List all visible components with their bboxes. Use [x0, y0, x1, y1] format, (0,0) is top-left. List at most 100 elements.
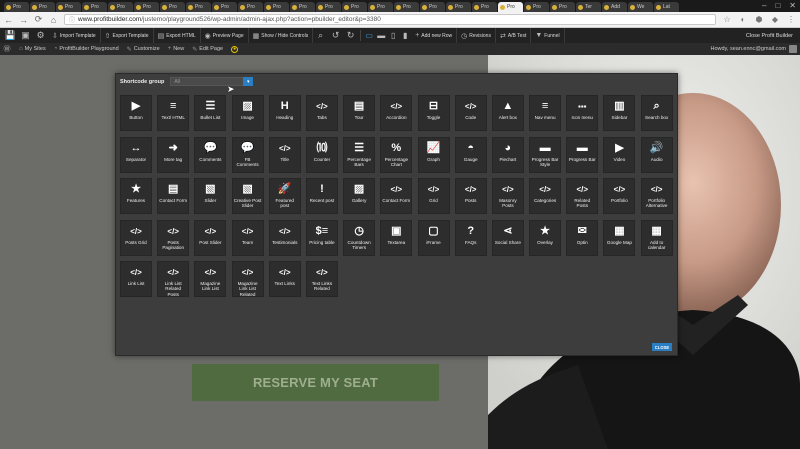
browser-tab[interactable]: Pro	[446, 2, 471, 12]
chevron-down-icon[interactable]: ▾	[243, 77, 254, 86]
shortcode-tile[interactable]: % Percentage Chart	[380, 136, 413, 173]
browser-tab[interactable]: Pro	[82, 2, 107, 12]
plugin-badge-icon[interactable]: ●	[231, 45, 239, 53]
show-hide-controls-button[interactable]: ▦ Show / Hide Controls	[249, 28, 314, 43]
redo-icon[interactable]: ↻	[343, 30, 358, 41]
browser-tab[interactable]: Pro	[108, 2, 133, 12]
account-menu[interactable]: Howdy, sean.ennc@gmail.com	[711, 45, 797, 53]
shortcode-tile[interactable]: ▶ Video	[603, 136, 636, 173]
extension-icon[interactable]: ⬢	[754, 15, 764, 24]
browser-tab[interactable]: We	[628, 2, 653, 12]
undo-icon[interactable]: ↺	[328, 30, 343, 41]
shortcode-tile[interactable]: ✉ Optin	[566, 219, 599, 256]
browser-tab[interactable]: Pro	[290, 2, 315, 12]
shortcode-tile[interactable]: ▬ Progress Bar	[566, 136, 599, 173]
close-window-icon[interactable]: ✕	[789, 1, 796, 10]
browser-tab[interactable]: Pro	[4, 2, 29, 12]
shortcode-tile[interactable]: ▪▪▪ Icon menu	[566, 95, 599, 131]
home-icon[interactable]: ⌂	[49, 15, 58, 25]
shortcode-tile[interactable]: ◓ Gauge	[454, 136, 487, 173]
shortcode-tile[interactable]: ▨ Image	[231, 95, 264, 131]
shortcode-tile[interactable]: </> Magazine Link List Related	[231, 261, 264, 297]
shortcode-tile[interactable]: ↔ Separator	[120, 136, 152, 173]
browser-tab[interactable]: Pro	[238, 2, 263, 12]
shortcode-tile[interactable]: 💬 Comments	[194, 136, 227, 173]
forward-icon[interactable]: →	[19, 15, 28, 25]
shortcode-tile[interactable]: </> Tabs	[305, 95, 338, 131]
shortcode-tile[interactable]: ☰ Bullet List	[194, 95, 227, 131]
shortcode-tile[interactable]: </> Title	[268, 136, 301, 173]
browser-tab[interactable]: Pro	[30, 2, 55, 12]
shortcode-tile[interactable]: ➜ More tag	[157, 136, 190, 173]
preview-page-button[interactable]: ◉ Preview Page	[201, 28, 249, 43]
new-link[interactable]: + New	[168, 46, 185, 52]
shortcode-tile[interactable]: ▦ Google Map	[603, 219, 636, 256]
bookmark-star-icon[interactable]: ☆	[722, 15, 732, 24]
customize-link[interactable]: ✎ Customize	[127, 46, 160, 53]
browser-tab[interactable]: Pro	[368, 2, 393, 12]
shortcode-tile[interactable]: </> Related Posts	[566, 178, 599, 214]
shortcode-tile[interactable]: ? FAQs	[454, 219, 487, 256]
funnel-button[interactable]: ▼ Funnel	[531, 28, 565, 43]
site-name-link[interactable]: ◔ ProfitBuilder Playground	[54, 46, 119, 52]
shortcode-tile[interactable]: ▶ Button	[120, 95, 152, 131]
shortcode-tile[interactable]: ▥ Sidebar	[603, 95, 636, 131]
import-template-button[interactable]: ⇩ Import Template	[48, 28, 101, 43]
shortcode-tile[interactable]: ! Recent post	[305, 178, 338, 214]
shortcode-tile[interactable]: ★ Features	[120, 178, 152, 214]
revisions-button[interactable]: ◷ Revisions	[457, 28, 496, 43]
shortcode-tile[interactable]: </> Accordion	[380, 95, 413, 131]
shortcode-tile[interactable]: ▤ Contact Form	[157, 178, 190, 214]
browser-tab[interactable]: Pro	[134, 2, 159, 12]
browser-tab[interactable]: Pro	[550, 2, 575, 12]
shortcode-tile[interactable]: </> Masonry Posts	[491, 178, 524, 214]
shortcode-tile[interactable]: ▤ Tour	[343, 95, 376, 131]
shortcode-tile[interactable]: ▢ iFrame	[417, 219, 450, 256]
reserve-seat-button[interactable]: RESERVE MY SEAT	[192, 364, 439, 401]
tablet-view-icon[interactable]: ▯	[387, 31, 399, 40]
shortcode-tile[interactable]: 🔊 Audio	[640, 136, 673, 173]
my-sites-link[interactable]: ⌂ My Sites	[19, 46, 46, 52]
shortcode-tile[interactable]: ▲ Alert box	[491, 95, 524, 131]
minimize-icon[interactable]: –	[762, 1, 766, 10]
shortcode-tile[interactable]: 💬 FB Comments	[231, 136, 264, 173]
shortcode-tile[interactable]: ▨ Gallery	[343, 178, 376, 214]
wordpress-icon[interactable]: Ⓦ	[3, 44, 11, 54]
desktop-view-icon[interactable]: ▭	[363, 31, 375, 40]
browser-tab[interactable]: Ter	[576, 2, 601, 12]
close-button[interactable]: CLOSE	[652, 343, 672, 351]
ab-test-button[interactable]: ⇄ A/B Test	[496, 28, 532, 43]
shortcode-tile[interactable]: </> Categories	[529, 178, 562, 214]
shortcode-tile[interactable]: ≡ Nav menu	[529, 95, 562, 131]
save-icon[interactable]: 💾	[3, 30, 18, 41]
shortcode-tile[interactable]: ◷ Countdown Timers	[343, 219, 376, 256]
settings-icon[interactable]: ⚙	[33, 30, 48, 41]
shortcode-tile[interactable]: </> Portfolio	[603, 178, 636, 214]
shortcode-tile[interactable]: </> Posts Grid	[120, 219, 152, 256]
export-template-button[interactable]: ⇧ Export Template	[101, 28, 154, 43]
shortcode-tile[interactable]: H Heading	[268, 95, 301, 131]
shortcode-tile[interactable]: $≡ Pricing table	[305, 219, 338, 256]
shortcode-tile[interactable]: </> Link List Related Posts	[157, 261, 190, 297]
back-icon[interactable]: ←	[4, 15, 13, 25]
browser-tab[interactable]: Pro	[524, 2, 549, 12]
save-as-icon[interactable]: ▣	[18, 30, 33, 41]
browser-tab[interactable]: Add	[602, 2, 627, 12]
browser-tab[interactable]: Pro	[420, 2, 445, 12]
browser-tab[interactable]: Pro	[498, 2, 523, 12]
shortcode-tile[interactable]: ◕ Piechart	[491, 136, 524, 173]
add-new-row-button[interactable]: + Add new Row	[411, 28, 458, 43]
mobile-view-icon[interactable]: ▮	[399, 31, 411, 40]
shortcode-tile[interactable]: ★ Overlay	[529, 219, 562, 256]
shortcode-tile[interactable]: ≡ Text/ HTML	[157, 95, 190, 131]
laptop-view-icon[interactable]: ▬	[375, 31, 387, 40]
browser-tab[interactable]: Pro	[394, 2, 419, 12]
shortcode-tile[interactable]: </> Posts Pagination	[157, 219, 190, 256]
zoom-icon[interactable]: ⌕	[313, 30, 328, 41]
reload-icon[interactable]: ⟳	[34, 14, 43, 25]
shortcode-tile[interactable]: </> Magazine Link List	[194, 261, 227, 297]
shortcode-tile[interactable]: ▧ Slider	[194, 178, 227, 214]
browser-tab[interactable]: Pro	[316, 2, 341, 12]
extension-icon[interactable]: ◐	[738, 15, 748, 24]
browser-tab[interactable]: Pro	[56, 2, 81, 12]
